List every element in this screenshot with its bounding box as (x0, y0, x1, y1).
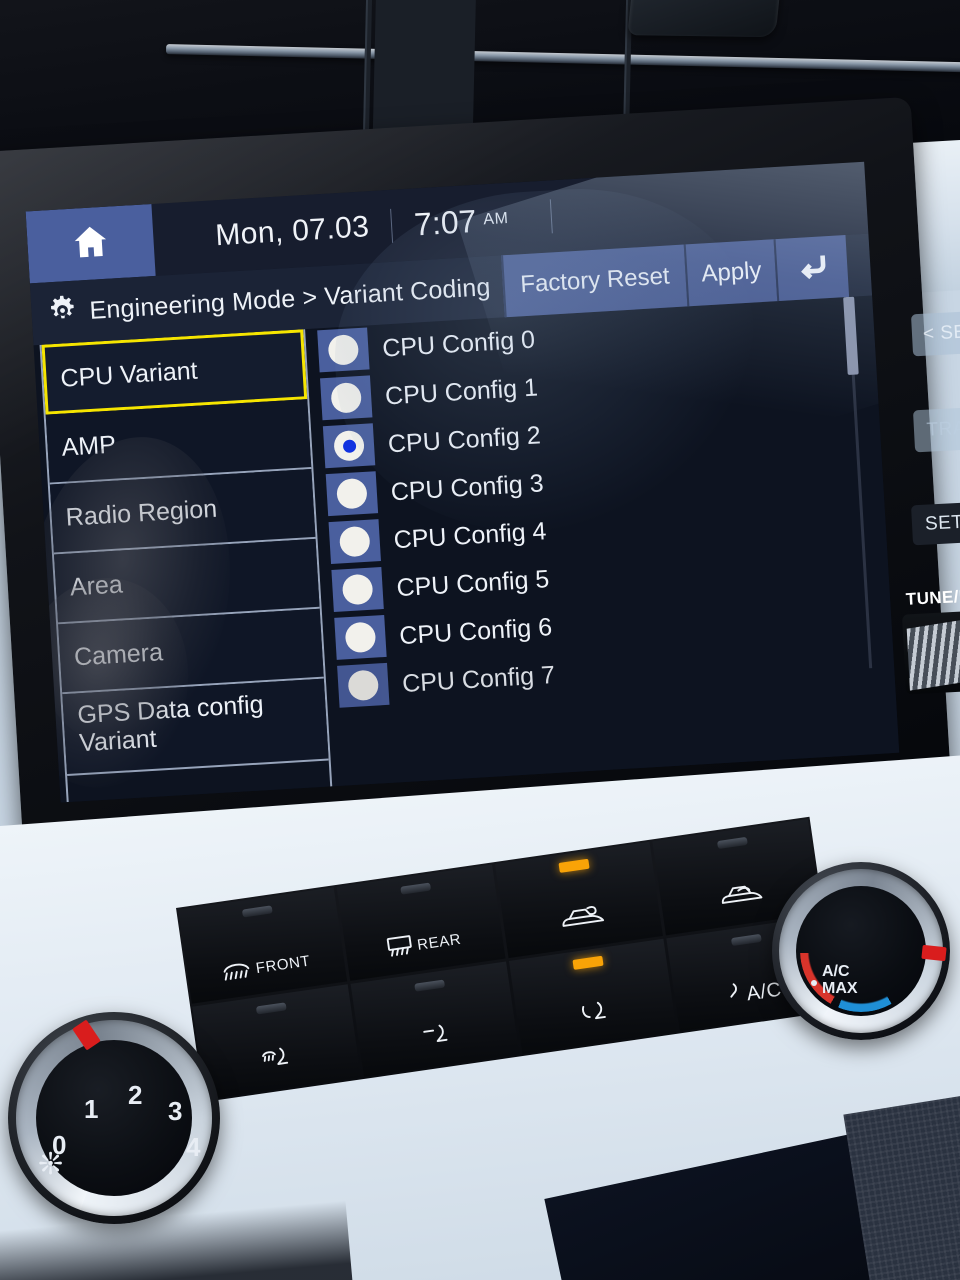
seek-button[interactable]: < SEEK (910, 309, 960, 357)
category-label: Area (69, 569, 124, 602)
airflow-face-feet-led (572, 955, 604, 970)
ac-max-label: A/C MAX (811, 963, 858, 998)
infotainment-screen[interactable]: Mon, 07.03 7:07 AM Engineering Mode > Va… (25, 161, 900, 803)
category-label: Radio Region (64, 494, 218, 532)
car-fresh-air-icon (715, 878, 765, 915)
airflow-defrost-feet-icon (260, 1044, 298, 1080)
setup-button[interactable]: SETUP (911, 500, 960, 546)
recirculate-button[interactable] (494, 841, 664, 958)
radio-indicator (347, 669, 380, 702)
content-area: CPU Variant AMP Radio Region Area Camera (33, 295, 900, 803)
vent-chrome-trim-lower (165, 44, 960, 75)
radio-button[interactable] (317, 327, 370, 373)
tune-file-knob[interactable] (901, 609, 960, 695)
radio-indicator-selected (333, 429, 365, 462)
button-nub (256, 1001, 288, 1014)
option-label: CPU Config 7 (401, 660, 556, 698)
clock-ampm: AM (482, 209, 509, 229)
rear-defrost-icon (385, 932, 415, 962)
airflow-face-feet-icon (578, 998, 612, 1033)
home-icon (69, 220, 112, 267)
option-label: CPU Config 6 (398, 612, 553, 650)
button-nub (730, 933, 762, 946)
option-label: CPU Config 5 (395, 564, 550, 602)
airflow-face-feet-button[interactable] (508, 938, 678, 1055)
category-item-gps-data-config-variant[interactable]: GPS Data config Variant (62, 678, 329, 777)
button-nub (242, 905, 274, 918)
ac-max-line2: MAX (822, 980, 858, 998)
track-button[interactable]: TRACK (912, 405, 960, 453)
recirculate-led (558, 858, 590, 873)
head-unit-bezel: Mon, 07.03 7:07 AM Engineering Mode > Va… (0, 96, 952, 851)
knob-ridges (906, 609, 960, 691)
option-label: CPU Config 4 (392, 516, 548, 554)
settings-gear-button[interactable] (30, 280, 92, 345)
radio-indicator (327, 334, 360, 366)
button-nub (414, 979, 446, 992)
front-defrost-label: FRONT (254, 952, 312, 977)
car-recirculate-icon (556, 899, 606, 938)
radio-indicator (341, 573, 374, 606)
clock-date: Mon, 07.03 (214, 210, 371, 253)
button-nub (716, 836, 748, 850)
clock-divider (390, 208, 394, 243)
home-button[interactable] (25, 204, 156, 284)
airflow-face-button[interactable] (350, 961, 519, 1077)
ac-max-line1: A/C (822, 963, 850, 981)
radio-indicator (336, 477, 368, 510)
category-list[interactable]: CPU Variant AMP Radio Region Area Camera (39, 329, 333, 803)
radio-button[interactable] (325, 471, 379, 517)
button-nub (400, 882, 432, 895)
gear-icon (45, 292, 81, 333)
radio-indicator (344, 621, 377, 654)
option-list[interactable]: CPU Config 0 CPU Config 1 CPU Config 2 C… (305, 295, 899, 786)
category-label: Camera (73, 637, 164, 671)
knob-face: A/C MAX (796, 886, 926, 1016)
fan-mark-4: 4 (186, 1132, 201, 1162)
back-arrow-icon (794, 248, 830, 287)
fan-icon: ❊ (38, 1148, 64, 1181)
apply-button[interactable]: Apply (683, 239, 778, 307)
category-label: CPU Variant (59, 356, 199, 393)
radio-button[interactable] (320, 375, 373, 421)
option-label: CPU Config 1 (384, 372, 539, 410)
fan-speed-knob[interactable]: 0 1 2 3 4 ❊ (8, 1012, 220, 1224)
vent-adjuster-knob[interactable] (627, 0, 788, 38)
fan-mark-2: 2 (128, 1080, 143, 1110)
front-defrost-button[interactable]: FRONT (178, 887, 347, 1004)
vent-slat (362, 0, 374, 148)
infotainment-scene: Mon, 07.03 7:07 AM Engineering Mode > Va… (0, 0, 960, 1280)
temperature-scale-arc (800, 890, 922, 1012)
radio-button[interactable] (322, 423, 376, 469)
rear-defrost-label: REAR (416, 930, 463, 954)
option-label: CPU Config 0 (381, 325, 536, 363)
back-button[interactable] (773, 234, 850, 302)
fan-mark-3: 3 (168, 1096, 183, 1126)
category-label: GPS Data config Variant (76, 690, 265, 758)
clock-divider-right (549, 199, 553, 234)
option-label: CPU Config 2 (387, 420, 542, 458)
radio-button[interactable] (334, 614, 387, 660)
clock-time: 7:07 (413, 202, 478, 242)
airflow-defrost-feet-button[interactable] (192, 983, 361, 1100)
temp-knob-indicator (921, 944, 947, 962)
rear-defrost-button[interactable]: REAR (336, 864, 506, 981)
airflow-face-icon (420, 1021, 454, 1056)
factory-reset-button[interactable]: Factory Reset (500, 244, 688, 318)
radio-button[interactable] (328, 519, 381, 565)
temperature-knob[interactable]: A/C MAX (772, 862, 950, 1040)
radio-button[interactable] (331, 567, 384, 612)
fan-mark-1: 1 (84, 1094, 99, 1124)
option-label: CPU Config 3 (390, 468, 545, 506)
radio-button[interactable] (337, 662, 390, 708)
category-label: AMP (60, 430, 117, 462)
radio-indicator (330, 381, 363, 414)
radio-indicator (338, 525, 371, 558)
front-defrost-icon (219, 956, 253, 987)
ac-airflow-icon (724, 981, 744, 1012)
